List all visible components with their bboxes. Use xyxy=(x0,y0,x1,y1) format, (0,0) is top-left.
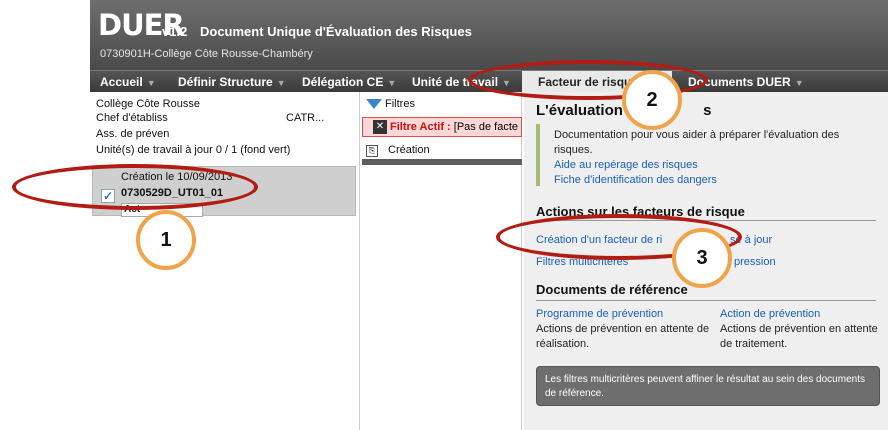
menu-accueil[interactable]: Accueil ▼ xyxy=(100,71,156,93)
app-subtitle: Document Unique d'Évaluation des Risques xyxy=(200,24,472,39)
school-label: 0730901H-Collège Côte Rousse-Chambéry xyxy=(100,48,313,60)
units-status: Unité(s) de travail à jour 0 / 1 (fond v… xyxy=(96,144,291,156)
active-filter-value: [Pas de facte xyxy=(453,121,518,133)
duer-window: DUER v1.2 Document Unique d'Évaluation d… xyxy=(90,0,888,430)
link-aide-reperage[interactable]: Aide au repérage des risques xyxy=(554,158,886,173)
link-programme-prevention[interactable]: Programme de prévention xyxy=(536,308,663,320)
close-icon[interactable]: ✕ xyxy=(373,120,387,135)
active-filter-prefix: Filtre Actif : xyxy=(390,121,451,133)
chevron-down-icon: ▼ xyxy=(276,78,286,88)
link-print[interactable]: pression xyxy=(734,256,776,268)
app-version: v1.2 xyxy=(162,24,188,39)
info-tooltip: Les filtres multicritères peuvent affine… xyxy=(536,366,880,406)
documentation-text: Documentation pour vous aider à préparer… xyxy=(554,129,840,156)
link-action-prevention[interactable]: Action de prévention xyxy=(720,308,820,320)
filters-button[interactable]: Filtres xyxy=(366,98,415,110)
middle-panel: Filtres ✕ Filtre Actif : [Pas de facte ⎘ C… xyxy=(362,92,522,430)
annotation-bubble-1: 1 xyxy=(136,210,196,270)
chef-label: Chef d'établiss xyxy=(96,112,168,124)
chevron-down-icon: ▼ xyxy=(387,78,397,88)
chevron-down-icon: ▼ xyxy=(146,78,156,88)
divider xyxy=(536,300,876,301)
document-icon: ⎘ xyxy=(366,145,378,157)
menu-definir-structure[interactable]: Définir Structure ▼ xyxy=(178,71,286,93)
school-name: Collège Côte Rousse xyxy=(96,98,200,110)
app-root: DUER v1.2 Document Unique d'Évaluation d… xyxy=(0,0,888,430)
creation-column-header[interactable]: ⎘ Création xyxy=(366,144,430,157)
list-header-bar xyxy=(362,159,522,165)
filter-icon xyxy=(366,99,382,110)
left-panel: Collège Côte Rousse Chef d'établiss CATR… xyxy=(90,92,360,430)
assistant-prevention: Ass. de préven xyxy=(96,128,170,140)
link-fiche-identification[interactable]: Fiche d'identification des dangers xyxy=(554,173,886,188)
references-title: Documents de référence xyxy=(536,282,688,297)
documentation-box: Documentation pour vous aider à préparer… xyxy=(536,124,886,186)
menu-delegation-ce[interactable]: Délégation CE ▼ xyxy=(302,71,396,93)
programme-description: Actions de prévention en attente de réal… xyxy=(536,323,710,350)
app-header: DUER v1.2 Document Unique d'Évaluation d… xyxy=(90,0,888,70)
annotation-bubble-3: 3 xyxy=(672,228,732,288)
active-filter-bar: ✕ Filtre Actif : [Pas de facte xyxy=(362,117,522,137)
action-description: Actions de prévention en attente de trai… xyxy=(720,323,878,350)
highlight-ellipse-1 xyxy=(12,164,258,210)
chef-name: CATR... xyxy=(286,112,325,124)
annotation-bubble-2: 2 xyxy=(622,70,682,130)
chevron-down-icon: ▼ xyxy=(794,78,804,88)
